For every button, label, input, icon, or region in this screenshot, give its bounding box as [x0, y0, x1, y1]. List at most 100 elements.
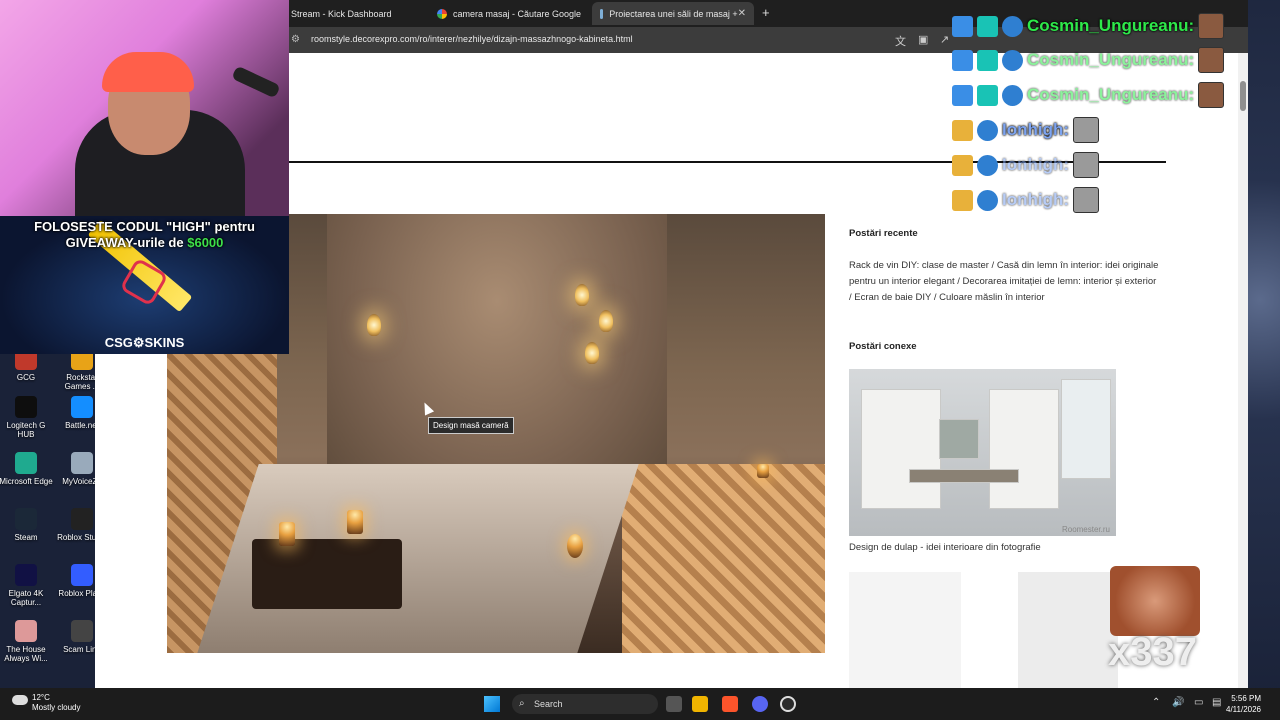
- chat-username: Cosmin_Ungureanu:: [1027, 50, 1195, 69]
- weather-widget[interactable]: 12°C Mostly cloudy: [12, 693, 80, 713]
- tab-label: camera masaj - Căutare Google: [453, 8, 582, 19]
- logitech-icon[interactable]: [780, 696, 796, 712]
- brave-browser-icon[interactable]: [722, 696, 738, 712]
- related-post-image[interactable]: Roomester.ru: [849, 369, 1116, 536]
- chat-message: Ionhigh:: [952, 187, 1100, 213]
- streamer-webcam: [0, 0, 289, 216]
- related-post-image-3[interactable]: [1018, 572, 1118, 688]
- site-favicon-icon: [600, 8, 604, 19]
- start-button[interactable]: [484, 696, 500, 712]
- url-field[interactable]: roomstyle.decorexpro.com/ro/interer/nezh…: [311, 34, 633, 44]
- desktop-icon-label: Elgato 4K Captur...: [8, 589, 44, 607]
- clock-time: 5:56 PM: [1231, 694, 1261, 703]
- search-label: Search: [534, 699, 563, 709]
- alien-badge-icon: [977, 154, 998, 176]
- app-icon: [15, 620, 37, 642]
- app-icon: [71, 564, 93, 586]
- screenshot-icon[interactable]: ▣: [918, 33, 928, 46]
- tab-massage-room-design[interactable]: Proiectarea unei săli de masaj + ✕: [592, 2, 754, 25]
- tab-label: Stream - Kick Dashboard: [291, 8, 392, 19]
- verified-badge-icon: [952, 49, 973, 71]
- file-explorer-icon[interactable]: [692, 696, 708, 712]
- giveaway-promo-banner: FOLOSESTE CODUL "HIGH" pentru GIVEAWAY-u…: [0, 216, 289, 354]
- clock-date: 4/11/2026: [1226, 705, 1261, 714]
- emote-combo-count: x337: [1108, 630, 1197, 674]
- app-icon: [15, 564, 37, 586]
- tab-google-search[interactable]: camera masaj - Căutare Google: [429, 2, 589, 25]
- promo-brand: CSG⚙SKINS: [104, 335, 185, 350]
- close-tab-icon[interactable]: ✕: [738, 8, 746, 19]
- desktop-icon[interactable]: Elgato 4K Captur...: [0, 564, 54, 608]
- desktop-icon[interactable]: Logitech G HUB: [0, 396, 54, 440]
- alien-badge-icon: [977, 119, 998, 141]
- cloud-icon: [12, 695, 28, 705]
- promo-line-2: GIVEAWAY-urile de $6000: [0, 235, 289, 251]
- scrollbar[interactable]: [1238, 53, 1248, 688]
- chat-username: Cosmin_Ungureanu:: [1027, 16, 1195, 35]
- related-posts-heading: Postări conexe: [849, 341, 917, 352]
- promo-line-1: FOLOSESTE CODUL "HIGH" pentru: [34, 219, 255, 234]
- share-icon[interactable]: ↗: [940, 33, 949, 46]
- alien-badge-icon: [1002, 15, 1023, 37]
- tab-label: Proiectarea unei săli de masaj +: [609, 8, 738, 19]
- alien-badge-icon: [1002, 84, 1023, 106]
- desktop-icon-label: Steam: [14, 533, 38, 542]
- related-post-image-2[interactable]: [849, 572, 961, 688]
- desktop-icon[interactable]: Microsoft Edge: [0, 452, 54, 487]
- crown-badge-icon: [952, 154, 973, 176]
- chat-message: Ionhigh:: [952, 152, 1100, 178]
- desktop-icon-label: Logitech G HUB: [6, 421, 46, 439]
- recent-posts-heading: Postări recente: [849, 228, 918, 239]
- app-icon: [71, 452, 93, 474]
- monitor-icon[interactable]: ▭: [1194, 697, 1203, 708]
- og-badge-icon: [977, 49, 998, 71]
- chat-username: Ionhigh:: [1002, 190, 1070, 209]
- clock[interactable]: 5:56 PM 4/11/2026: [1226, 693, 1261, 715]
- search-icon: ⌕: [519, 698, 525, 709]
- new-tab-button[interactable]: +: [762, 5, 770, 20]
- og-badge-icon: [977, 84, 998, 106]
- recent-posts-links[interactable]: Rack de vin DIY: clase de master / Casă …: [849, 258, 1159, 306]
- desktop-icon[interactable]: Steam: [0, 508, 54, 543]
- verified-badge-icon: [952, 15, 973, 37]
- promo-amount: $6000: [187, 235, 224, 250]
- promo-text: FOLOSESTE CODUL "HIGH" pentru GIVEAWAY-u…: [0, 219, 289, 251]
- site-info-icon[interactable]: ⚙: [291, 34, 300, 45]
- speaker-icon[interactable]: 🔊: [1172, 697, 1184, 708]
- crown-badge-icon: [952, 189, 973, 211]
- chat-emote: [1073, 187, 1100, 213]
- scroll-thumb[interactable]: [1240, 81, 1246, 111]
- desktop: { "desktop_icons":[ {"label":"GCG","colo…: [0, 0, 1280, 720]
- weather-temp: 12°C: [32, 693, 50, 702]
- weather-condition: Mostly cloudy: [32, 703, 81, 712]
- image-tooltip: Design masă cameră: [428, 417, 514, 434]
- app-icon: [15, 396, 37, 418]
- watermark: Roomester.ru: [1061, 525, 1110, 534]
- app-icon: [71, 396, 93, 418]
- chat-username: Ionhigh:: [1002, 155, 1070, 174]
- crown-badge-icon: [952, 119, 973, 141]
- search-box[interactable]: ⌕ Search: [512, 694, 658, 714]
- app-icon: [71, 620, 93, 642]
- discord-icon[interactable]: [752, 696, 768, 712]
- laughing-emote: [1110, 566, 1200, 636]
- taskbar: 12°C Mostly cloudy ⌕ Search ⌃ 🔊 ▭ ▤ 5:56…: [0, 688, 1280, 720]
- network-icon[interactable]: ▤: [1212, 697, 1221, 708]
- chat-message: Ionhigh:: [952, 117, 1100, 143]
- desktop-icon[interactable]: The House Always Wi...: [0, 620, 54, 664]
- tab-kick-dashboard[interactable]: Stream - Kick Dashboard: [283, 2, 423, 25]
- chat-message: Cosmin_Ungureanu:: [952, 47, 1225, 73]
- chat-emote: [1073, 117, 1100, 143]
- task-view-icon[interactable]: [666, 696, 682, 712]
- alien-badge-icon: [977, 189, 998, 211]
- chevron-up-icon[interactable]: ⌃: [1152, 697, 1160, 708]
- chat-username: Ionhigh:: [1002, 120, 1070, 139]
- related-post-caption[interactable]: Design de dulap - idei interioare din fo…: [849, 542, 1041, 553]
- translate-icon[interactable]: 文: [895, 33, 906, 49]
- app-icon: [15, 452, 37, 474]
- alien-badge-icon: [1002, 49, 1023, 71]
- chat-emote: [1198, 47, 1225, 73]
- og-badge-icon: [977, 15, 998, 37]
- chat-emote: [1198, 13, 1225, 39]
- chat-message: Cosmin_Ungureanu:: [952, 82, 1225, 108]
